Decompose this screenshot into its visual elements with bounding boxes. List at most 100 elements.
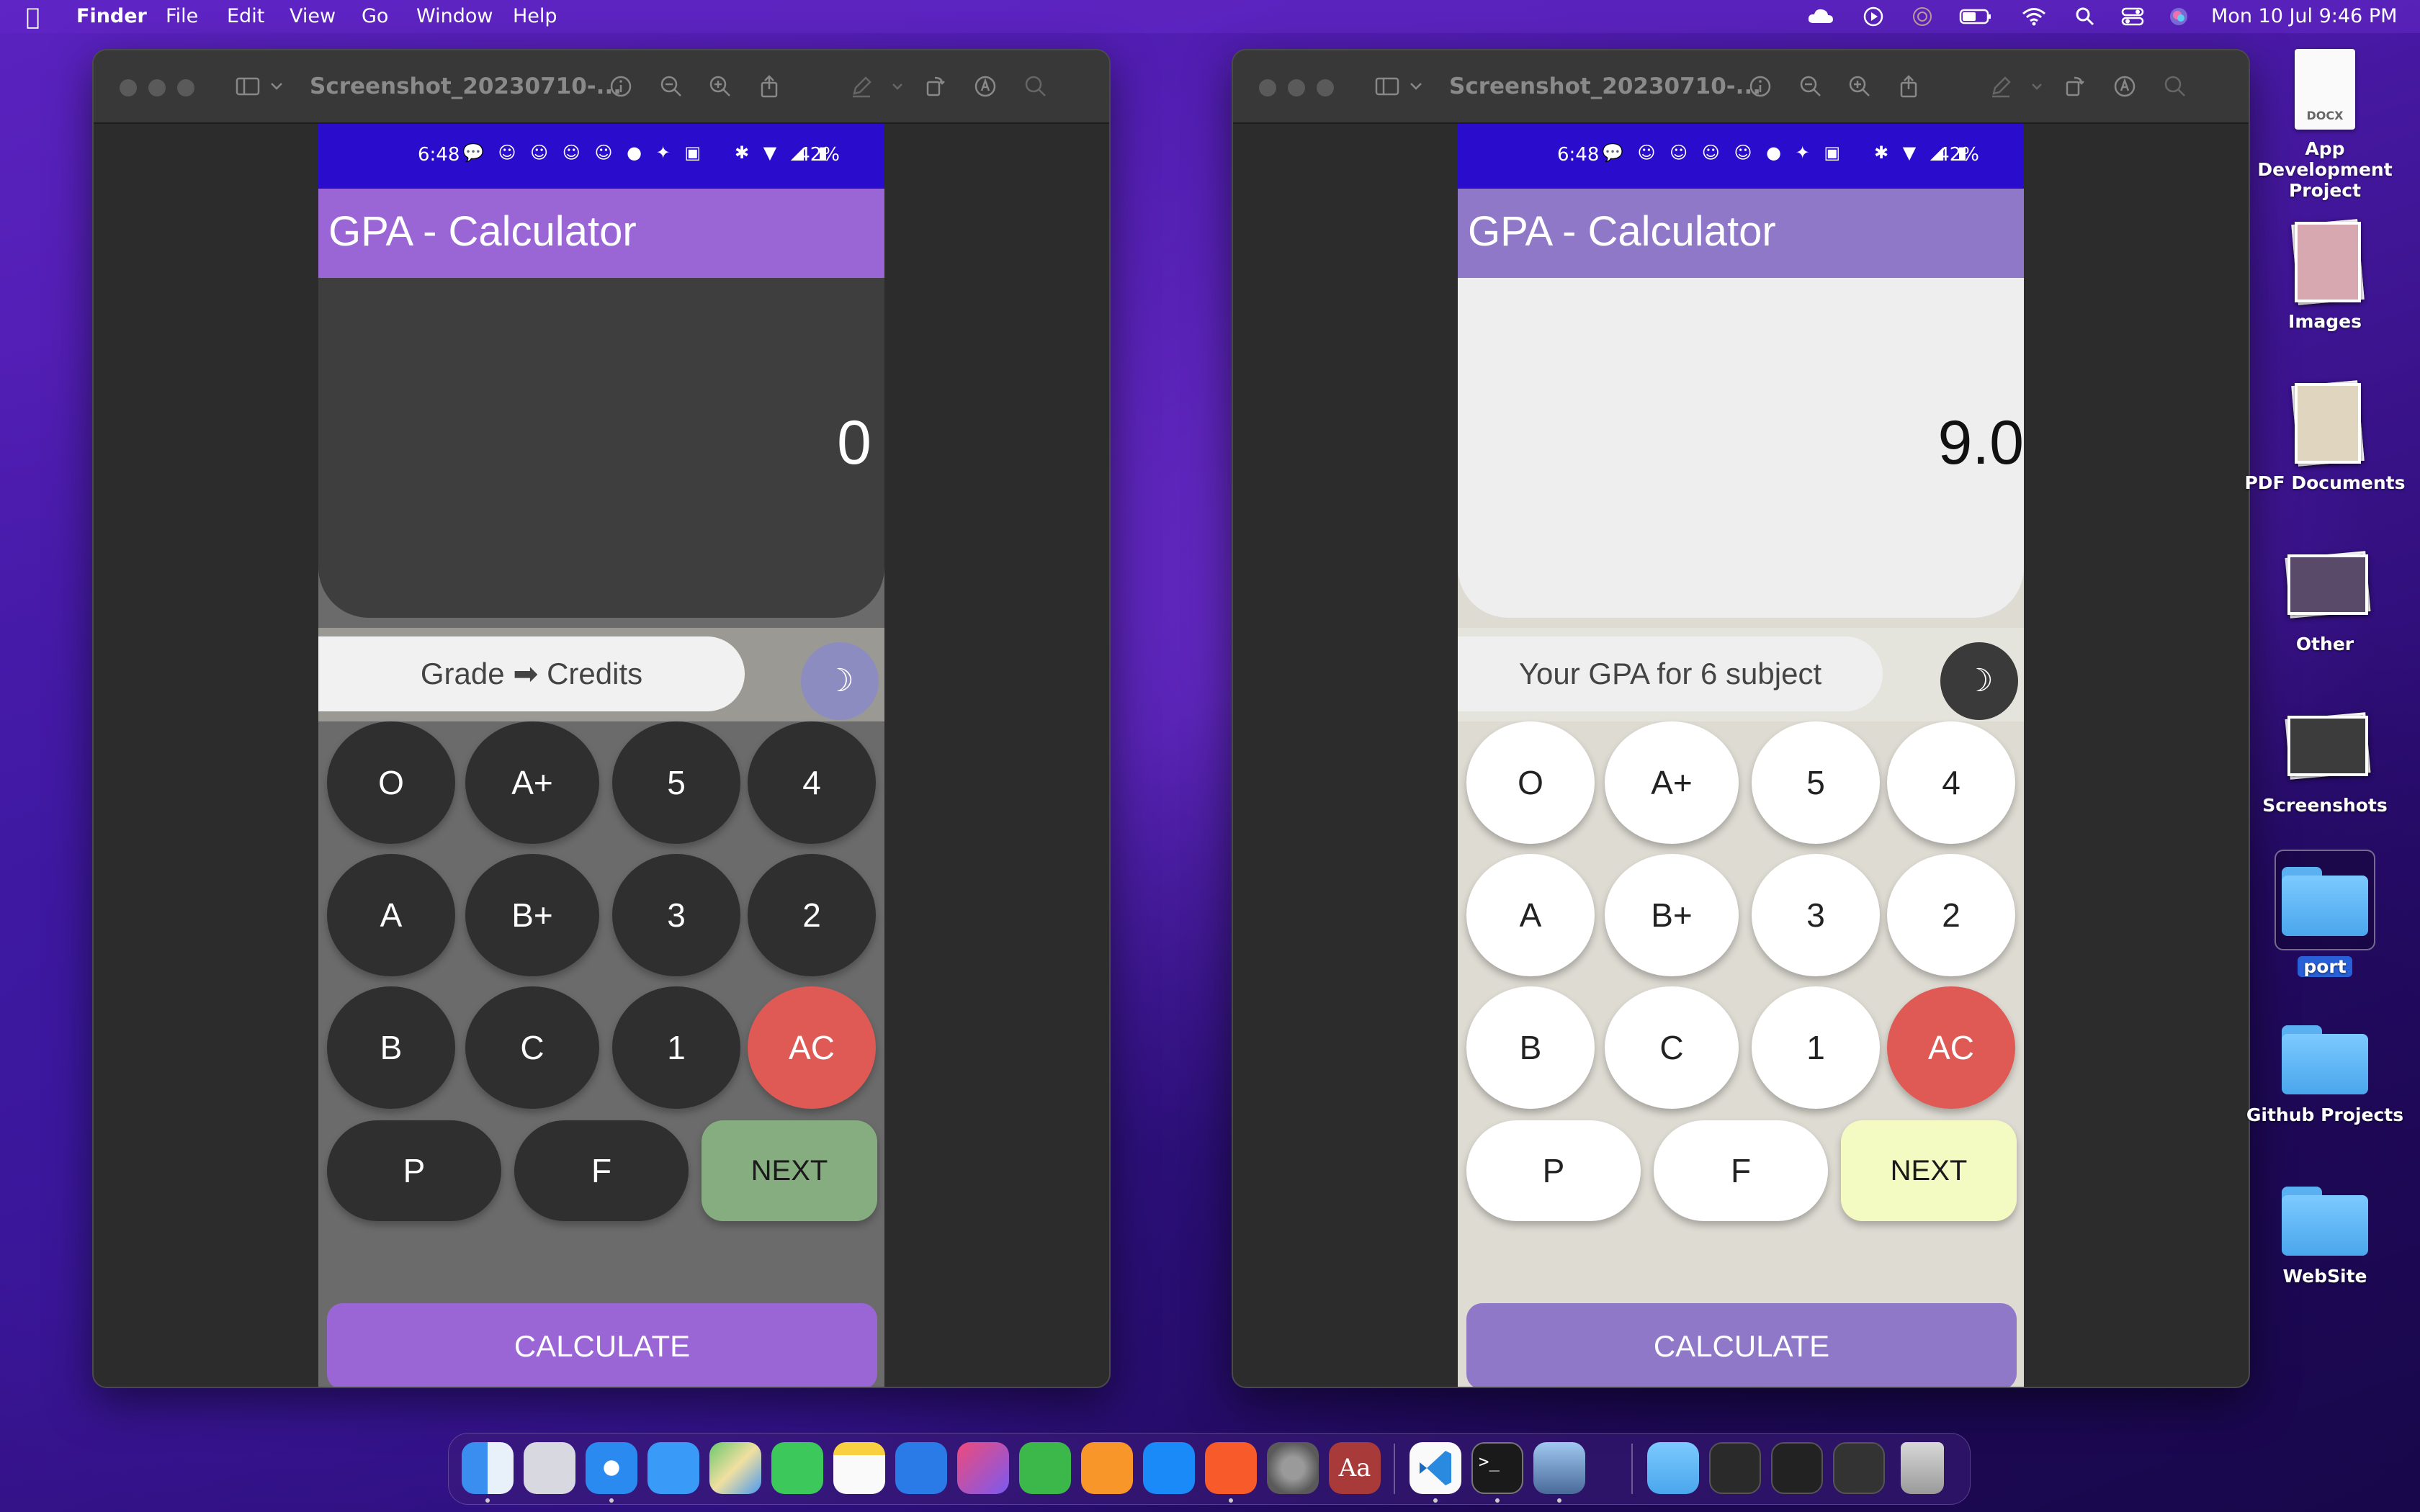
- zoom-out-icon[interactable]: [658, 73, 684, 99]
- apple-menu-icon[interactable]: : [26, 3, 40, 30]
- key-o[interactable]: O: [1466, 721, 1595, 844]
- vscode-icon[interactable]: [1410, 1442, 1461, 1494]
- menu-file[interactable]: File: [166, 5, 198, 27]
- key-a[interactable]: A: [327, 854, 455, 976]
- launchpad-icon[interactable]: [524, 1442, 575, 1494]
- key-f[interactable]: F: [514, 1120, 689, 1221]
- theme-toggle-moon-icon[interactable]: ☽: [801, 642, 879, 720]
- menu-view[interactable]: View: [290, 5, 336, 27]
- safari-icon[interactable]: [586, 1442, 637, 1494]
- key-b-plus[interactable]: B+: [1605, 854, 1739, 976]
- key-p[interactable]: P: [327, 1120, 501, 1221]
- facetime-icon[interactable]: [771, 1442, 823, 1494]
- key-5[interactable]: 5: [612, 721, 740, 844]
- window-thumbnail-icon[interactable]: [1771, 1442, 1823, 1494]
- chevron-down-icon[interactable]: [1403, 73, 1429, 99]
- key-ac[interactable]: AC: [1887, 986, 2015, 1109]
- window-thumbnail-icon[interactable]: [1833, 1442, 1885, 1494]
- key-4[interactable]: 4: [1887, 721, 2015, 844]
- desktop-item-screenshots[interactable]: Screenshots: [2238, 700, 2411, 816]
- close-button[interactable]: [120, 79, 137, 96]
- window-thumbnail-icon[interactable]: [1709, 1442, 1761, 1494]
- key-a-plus[interactable]: A+: [1605, 721, 1739, 844]
- rotate-icon[interactable]: [922, 73, 948, 99]
- next-button[interactable]: NEXT: [1841, 1120, 2017, 1221]
- menu-go[interactable]: Go: [362, 5, 388, 27]
- chevron-down-icon[interactable]: [2024, 73, 2050, 99]
- dictionary-icon[interactable]: Aa: [1329, 1442, 1381, 1494]
- menu-window[interactable]: Window: [416, 5, 493, 27]
- key-5[interactable]: 5: [1752, 721, 1880, 844]
- zoom-button[interactable]: [177, 79, 194, 96]
- terminal-icon[interactable]: >_: [1471, 1442, 1523, 1494]
- key-c[interactable]: C: [465, 986, 599, 1109]
- notes-icon[interactable]: [833, 1442, 885, 1494]
- key-c[interactable]: C: [1605, 986, 1739, 1109]
- preview-icon[interactable]: [1533, 1442, 1585, 1494]
- keynote-icon[interactable]: [895, 1442, 947, 1494]
- control-center-icon[interactable]: [2120, 6, 2145, 27]
- search-icon[interactable]: [1023, 73, 1049, 99]
- zoom-out-icon[interactable]: [1798, 73, 1824, 99]
- maps-icon[interactable]: [709, 1442, 761, 1494]
- key-b[interactable]: B: [1466, 986, 1595, 1109]
- markup-icon[interactable]: [972, 73, 998, 99]
- chevron-down-icon[interactable]: [884, 73, 910, 99]
- calculate-button[interactable]: CALCULATE: [327, 1303, 877, 1387]
- search-icon[interactable]: [2162, 73, 2188, 99]
- close-button[interactable]: [1259, 79, 1276, 96]
- info-icon[interactable]: [1747, 73, 1773, 99]
- minimize-button[interactable]: [1288, 79, 1305, 96]
- spotlight-search-icon[interactable]: [2074, 6, 2096, 27]
- now-playing-icon[interactable]: [1863, 6, 1884, 27]
- menu-app-name[interactable]: Finder: [76, 5, 147, 27]
- key-a[interactable]: A: [1466, 854, 1595, 976]
- mail-icon[interactable]: [647, 1442, 699, 1494]
- markup-pen-icon[interactable]: [848, 73, 874, 99]
- minimize-button[interactable]: [148, 79, 166, 96]
- airdrop-icon[interactable]: [1912, 6, 1933, 27]
- markup-pen-icon[interactable]: [1988, 73, 2014, 99]
- key-1[interactable]: 1: [612, 986, 740, 1109]
- desktop-item-images[interactable]: Images: [2238, 216, 2411, 332]
- zoom-button[interactable]: [1317, 79, 1334, 96]
- numbers-icon[interactable]: [1019, 1442, 1071, 1494]
- key-4[interactable]: 4: [748, 721, 876, 844]
- key-1[interactable]: 1: [1752, 986, 1880, 1109]
- key-a-plus[interactable]: A+: [465, 721, 599, 844]
- sidebar-toggle-icon[interactable]: [1374, 73, 1400, 99]
- desktop-item-other[interactable]: Other: [2238, 539, 2411, 654]
- key-f[interactable]: F: [1654, 1120, 1828, 1221]
- next-button[interactable]: NEXT: [702, 1120, 877, 1221]
- creative-app-icon[interactable]: [957, 1442, 1009, 1494]
- key-3[interactable]: 3: [612, 854, 740, 976]
- share-icon[interactable]: [1896, 73, 1922, 99]
- key-2[interactable]: 2: [748, 854, 876, 976]
- app-store-icon[interactable]: [1143, 1442, 1195, 1494]
- menu-help[interactable]: Help: [513, 5, 557, 27]
- system-settings-icon[interactable]: [1267, 1442, 1319, 1494]
- key-p[interactable]: P: [1466, 1120, 1641, 1221]
- rotate-icon[interactable]: [2061, 73, 2087, 99]
- key-ac[interactable]: AC: [748, 986, 876, 1109]
- theme-toggle-moon-icon[interactable]: ☽: [1940, 642, 2018, 720]
- key-2[interactable]: 2: [1887, 854, 2015, 976]
- zoom-in-icon[interactable]: [1847, 73, 1873, 99]
- desktop-item-github-projects[interactable]: Github Projects: [2238, 1025, 2411, 1125]
- desktop-item-pdf-documents[interactable]: PDF Documents: [2238, 377, 2411, 493]
- trash-icon[interactable]: [1901, 1442, 1944, 1494]
- share-icon[interactable]: [756, 73, 782, 99]
- info-icon[interactable]: [608, 73, 634, 99]
- battery-icon[interactable]: [1959, 6, 1992, 27]
- finder-icon[interactable]: [462, 1442, 514, 1494]
- wifi-icon[interactable]: [2021, 6, 2047, 27]
- downloads-folder-icon[interactable]: [1647, 1442, 1699, 1494]
- zoom-in-icon[interactable]: [707, 73, 733, 99]
- key-b[interactable]: B: [327, 986, 455, 1109]
- key-o[interactable]: O: [327, 721, 455, 844]
- icloud-icon[interactable]: [1806, 6, 1835, 27]
- markup-icon[interactable]: [2112, 73, 2138, 99]
- chevron-down-icon[interactable]: [264, 73, 290, 99]
- calculate-button[interactable]: CALCULATE: [1466, 1303, 2017, 1387]
- pages-icon[interactable]: [1081, 1442, 1133, 1494]
